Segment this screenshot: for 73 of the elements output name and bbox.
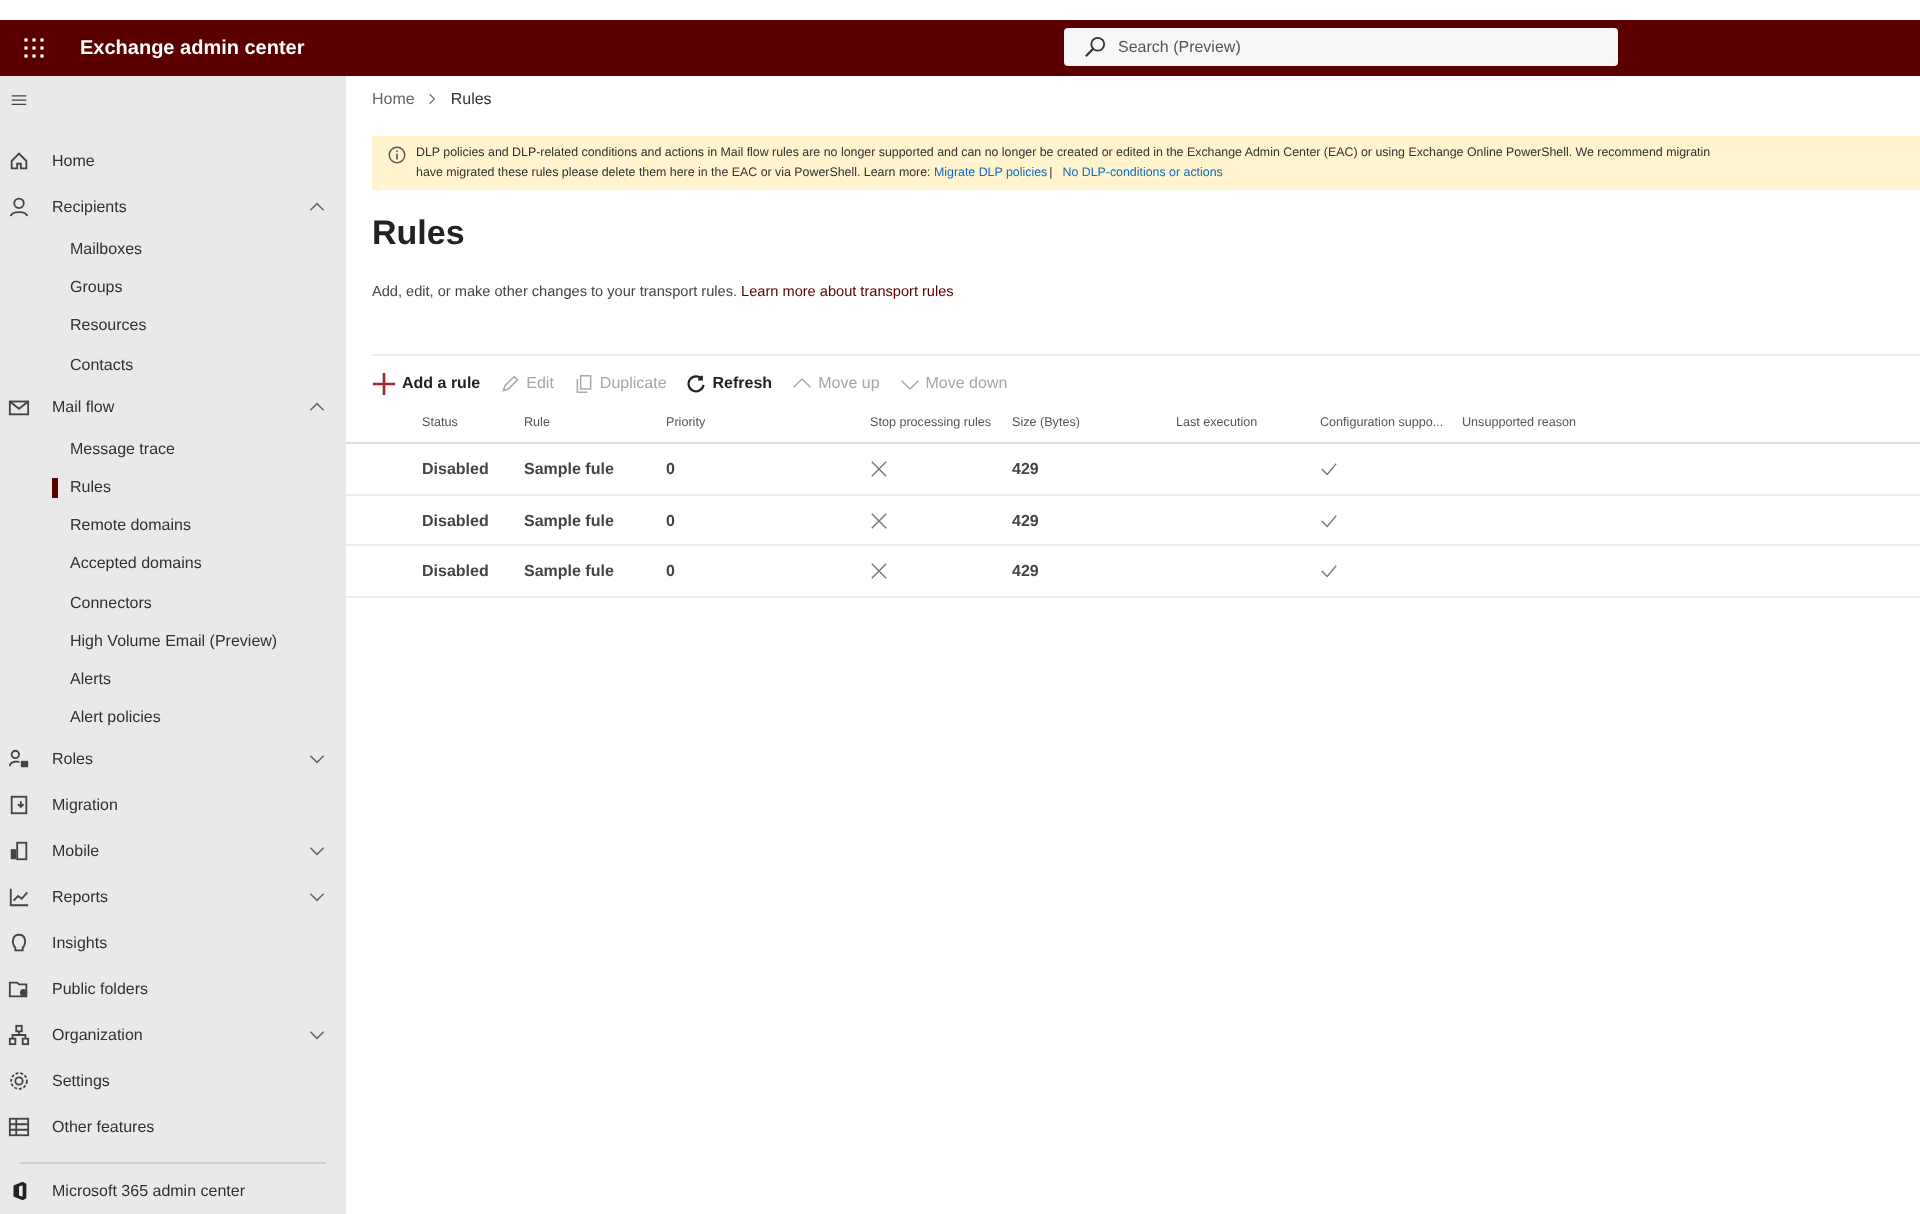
nav-subitem[interactable]: Alert policies <box>0 698 346 737</box>
search-icon <box>1084 36 1106 58</box>
nav-subitem[interactable]: Groups <box>0 268 346 307</box>
menu-icon[interactable] <box>8 94 30 107</box>
table-cell-text: 0 <box>666 511 677 530</box>
table-cell-text: 429 <box>1012 459 1041 478</box>
nav-item[interactable]: Settings <box>0 1058 346 1105</box>
refresh-icon <box>686 373 707 393</box>
folder-icon <box>8 978 30 1001</box>
chevron-up-icon <box>792 373 813 393</box>
nav-subitem[interactable]: Message trace <box>0 429 346 469</box>
chevron-up-icon[interactable] <box>308 401 326 412</box>
pencil-icon <box>500 373 521 393</box>
envelope-icon <box>8 395 30 418</box>
table-cell-text: Disabled <box>422 459 491 478</box>
table-cell-text: Sample fule <box>524 459 616 478</box>
nav-item[interactable]: Organization <box>0 1012 346 1059</box>
info-icon <box>388 146 406 164</box>
nav-item[interactable]: Mobile <box>0 828 346 875</box>
nav-subitem[interactable]: Contacts <box>0 345 346 384</box>
table-cell-text: Sample fule <box>524 562 616 581</box>
nav-subitem[interactable]: Rules <box>0 468 346 507</box>
chevron-right-icon <box>428 92 437 106</box>
chevron-down-icon[interactable] <box>308 754 326 765</box>
breadcrumb-link[interactable]: Rules <box>450 90 492 108</box>
person-icon <box>8 196 30 219</box>
table-cell-text: 0 <box>666 459 677 478</box>
toolbar-button[interactable]: Refresh <box>678 361 785 405</box>
table-icon <box>8 1116 30 1139</box>
nav-item[interactable]: Other features <box>0 1104 346 1151</box>
nav-item[interactable]: Microsoft 365 admin center <box>0 1168 346 1214</box>
nav-subitem[interactable]: Accepted domains <box>0 544 346 584</box>
nav-item[interactable]: Reports <box>0 874 346 921</box>
table-cell-text: Sample fule <box>524 511 616 530</box>
app-launcher-icon[interactable] <box>24 38 44 58</box>
nav-subitem[interactable]: Alerts <box>0 659 346 699</box>
people-icon <box>8 748 30 771</box>
app-title: Exchange admin center <box>80 37 305 59</box>
office-logo-icon <box>8 1180 30 1202</box>
table-cell-text: 429 <box>1012 562 1041 581</box>
line-chart-icon <box>8 886 30 909</box>
nav-item[interactable]: Public folders <box>0 966 346 1013</box>
nav-item[interactable]: Roles <box>0 736 346 783</box>
org-chart-icon <box>8 1024 30 1047</box>
nav-subitem[interactable]: Connectors <box>0 583 346 622</box>
chevron-down-icon[interactable] <box>308 892 326 903</box>
nav-subitem[interactable]: Mailboxes <box>0 230 346 269</box>
nav-item[interactable]: Mail flow <box>0 383 346 430</box>
phone-icon <box>8 840 30 863</box>
table-cell-text: Disabled <box>422 511 491 530</box>
nav-subitem[interactable]: Resources <box>0 306 346 346</box>
page-title: Rules <box>372 214 467 256</box>
breadcrumb-link[interactable]: Home <box>372 90 415 108</box>
gear-icon <box>8 1070 30 1093</box>
plus-icon <box>372 371 396 395</box>
nav-item[interactable]: Home <box>0 138 346 185</box>
toolbar-button[interactable]: Add a rule <box>372 361 493 405</box>
nav-subitem[interactable]: Remote domains <box>0 506 346 545</box>
home-icon <box>8 150 30 173</box>
search-field[interactable]: Search (Preview) <box>1064 28 1618 66</box>
nav-item[interactable]: Recipients <box>0 184 346 231</box>
nav-subitem[interactable]: High Volume Email (Preview) <box>0 621 346 660</box>
chevron-down-icon[interactable] <box>308 846 326 857</box>
nav-item[interactable]: Migration <box>0 782 346 829</box>
lightbulb-icon <box>8 932 30 955</box>
document-icon <box>8 794 30 817</box>
chevron-up-icon[interactable] <box>308 202 326 213</box>
chevron-down-icon[interactable] <box>308 1030 326 1041</box>
table-cell-text: 429 <box>1012 511 1041 530</box>
nav-item[interactable]: Insights <box>0 920 346 967</box>
table-cell-text: 0 <box>666 562 677 581</box>
table-cell-text: Disabled <box>422 562 491 581</box>
copy-icon <box>573 373 594 393</box>
